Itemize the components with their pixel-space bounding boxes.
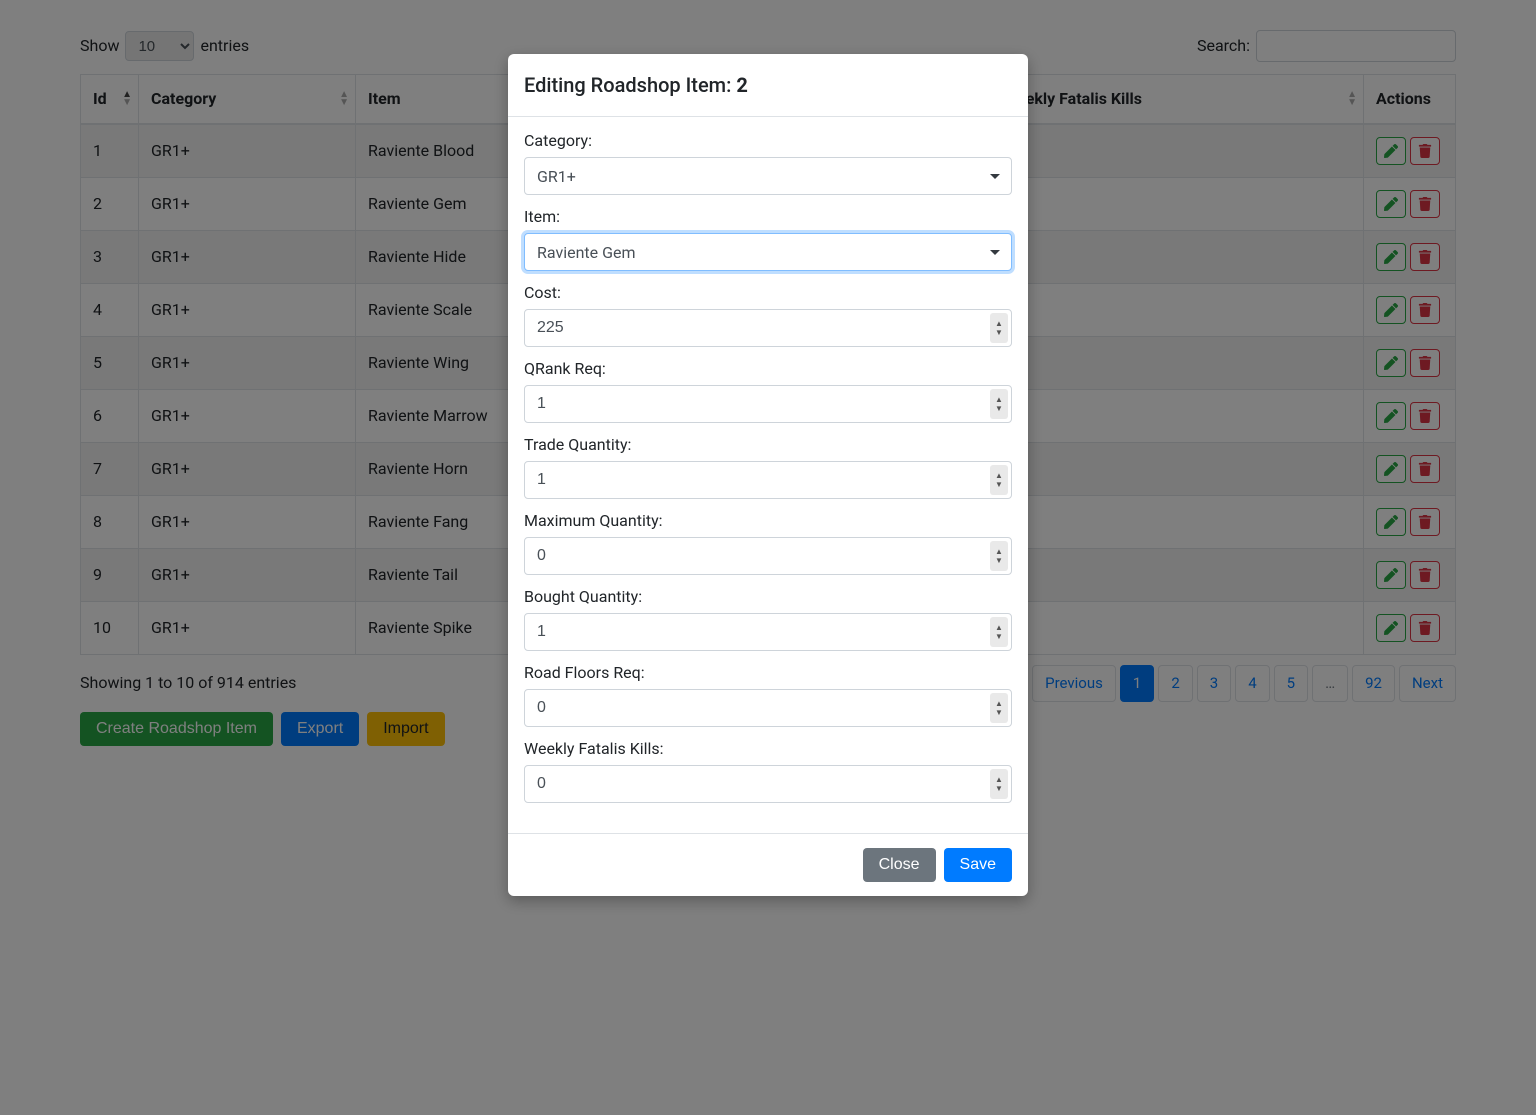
fatalis-label: Weekly Fatalis Kills: (524, 737, 1012, 761)
spinner-icon[interactable]: ▲▼ (990, 541, 1008, 571)
spinner-icon[interactable]: ▲▼ (990, 769, 1008, 799)
road-input[interactable] (524, 689, 1012, 727)
spinner-icon[interactable]: ▲▼ (990, 389, 1008, 419)
bought-input[interactable] (524, 613, 1012, 651)
modal-title: Editing Roadshop Item: 2 (524, 70, 1012, 100)
spinner-icon[interactable]: ▲▼ (990, 693, 1008, 723)
close-button[interactable]: Close (863, 848, 936, 882)
spinner-icon[interactable]: ▲▼ (990, 313, 1008, 343)
fatalis-input[interactable] (524, 765, 1012, 803)
max-input[interactable] (524, 537, 1012, 575)
max-label: Maximum Quantity: (524, 509, 1012, 533)
trade-input[interactable] (524, 461, 1012, 499)
edit-modal: Editing Roadshop Item: 2 Category: GR1+ … (508, 54, 1028, 896)
category-label: Category: (524, 129, 1012, 153)
qrank-label: QRank Req: (524, 357, 1012, 381)
spinner-icon[interactable]: ▲▼ (990, 617, 1008, 647)
road-label: Road Floors Req: (524, 661, 1012, 685)
save-button[interactable]: Save (944, 848, 1012, 882)
item-label: Item: (524, 205, 1012, 229)
item-select[interactable]: Raviente Gem (524, 233, 1012, 271)
bought-label: Bought Quantity: (524, 585, 1012, 609)
cost-label: Cost: (524, 281, 1012, 305)
spinner-icon[interactable]: ▲▼ (990, 465, 1008, 495)
category-select[interactable]: GR1+ (524, 157, 1012, 195)
trade-label: Trade Quantity: (524, 433, 1012, 457)
qrank-input[interactable] (524, 385, 1012, 423)
modal-header: Editing Roadshop Item: 2 (508, 54, 1028, 117)
cost-input[interactable] (524, 309, 1012, 347)
